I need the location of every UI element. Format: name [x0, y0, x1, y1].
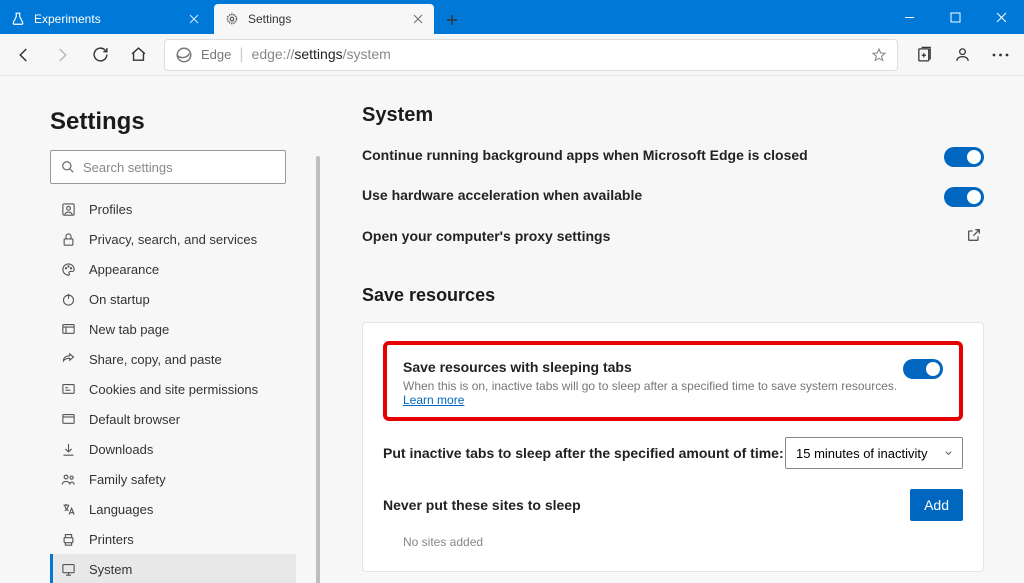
row-label: Use hardware acceleration when available — [362, 187, 642, 203]
chevron-down-icon — [943, 448, 954, 459]
home-button[interactable] — [120, 37, 156, 73]
search-icon — [61, 160, 75, 174]
nav-newtab[interactable]: New tab page — [50, 314, 296, 344]
divider: | — [239, 46, 243, 64]
gear-icon — [224, 11, 240, 27]
edge-icon — [175, 46, 193, 64]
row-background-apps: Continue running background apps when Mi… — [362, 147, 984, 167]
settings-main: System Continue running background apps … — [320, 76, 1024, 583]
browser-toolbar: Edge | edge://settings/system — [0, 34, 1024, 76]
row-label: Continue running background apps when Mi… — [362, 147, 808, 163]
close-icon[interactable] — [186, 11, 202, 27]
nav-appearance[interactable]: Appearance — [50, 254, 296, 284]
row-inactive-timeout: Put inactive tabs to sleep after the spe… — [383, 437, 963, 469]
collections-button[interactable] — [906, 37, 942, 73]
flask-icon — [10, 11, 26, 27]
system-heading: System — [362, 104, 984, 127]
favorite-icon[interactable] — [871, 47, 887, 63]
toggle-sleeping-tabs[interactable] — [903, 359, 943, 379]
nav-printers[interactable]: Printers — [50, 524, 296, 554]
tab-label: Experiments — [34, 12, 186, 26]
nav-default[interactable]: Default browser — [50, 404, 296, 434]
save-resources-card: Save resources with sleeping tabs When t… — [362, 322, 984, 572]
row-sleeping-tabs: Save resources with sleeping tabs When t… — [403, 359, 943, 407]
maximize-button[interactable] — [932, 0, 978, 34]
nav-cookies[interactable]: Cookies and site permissions — [50, 374, 296, 404]
sidebar-region: Settings Profiles Privacy, search, and s… — [0, 76, 320, 583]
profile-button[interactable] — [944, 37, 980, 73]
nav-system[interactable]: System — [50, 554, 296, 583]
settings-nav: Profiles Privacy, search, and services A… — [50, 194, 296, 583]
row-label: Save resources with sleeping tabs — [403, 359, 903, 375]
power-icon — [59, 292, 77, 307]
settings-heading: Settings — [50, 108, 296, 136]
highlight-sleeping-tabs: Save resources with sleeping tabs When t… — [383, 341, 963, 421]
window-controls — [886, 0, 1024, 34]
family-icon — [59, 472, 77, 487]
scrollbar[interactable] — [316, 156, 320, 583]
more-button[interactable] — [982, 37, 1018, 73]
refresh-button[interactable] — [82, 37, 118, 73]
row-label: Never put these sites to sleep — [383, 497, 581, 513]
url-text: edge://settings/system — [252, 46, 391, 64]
learn-more-link[interactable]: Learn more — [403, 393, 464, 407]
row-description: When this is on, inactive tabs will go t… — [403, 379, 903, 407]
row-label: Open your computer's proxy settings — [362, 228, 610, 244]
close-button[interactable] — [978, 0, 1024, 34]
tab-experiments[interactable]: Experiments — [0, 4, 210, 34]
inactive-timeout-select[interactable]: 15 minutes of inactivity — [785, 437, 963, 469]
nav-profiles[interactable]: Profiles — [50, 194, 296, 224]
download-icon — [59, 442, 77, 457]
search-input[interactable] — [83, 160, 275, 175]
share-icon — [59, 352, 77, 367]
save-resources-heading: Save resources — [362, 285, 984, 306]
toggle-hardware-accel[interactable] — [944, 187, 984, 207]
minimize-button[interactable] — [886, 0, 932, 34]
printer-icon — [59, 532, 77, 547]
popout-icon — [966, 227, 984, 245]
forward-button[interactable] — [44, 37, 80, 73]
search-settings-box[interactable] — [50, 150, 286, 184]
close-icon[interactable] — [410, 11, 426, 27]
new-tab-button[interactable] — [438, 6, 466, 34]
permissions-icon — [59, 382, 77, 397]
tab-label: Settings — [248, 12, 410, 26]
row-proxy-settings[interactable]: Open your computer's proxy settings — [362, 227, 984, 245]
lock-icon — [59, 232, 77, 247]
language-icon — [59, 502, 77, 517]
nav-languages[interactable]: Languages — [50, 494, 296, 524]
toggle-background-apps[interactable] — [944, 147, 984, 167]
nav-downloads[interactable]: Downloads — [50, 434, 296, 464]
tab-settings[interactable]: Settings — [214, 4, 434, 34]
nav-privacy[interactable]: Privacy, search, and services — [50, 224, 296, 254]
settings-sidebar: Settings Profiles Privacy, search, and s… — [0, 76, 320, 583]
add-button[interactable]: Add — [910, 489, 963, 521]
palette-icon — [59, 262, 77, 277]
address-bar[interactable]: Edge | edge://settings/system — [164, 39, 898, 71]
back-button[interactable] — [6, 37, 42, 73]
settings-body: Settings Profiles Privacy, search, and s… — [0, 76, 1024, 583]
no-sites-label: No sites added — [383, 521, 963, 553]
title-bar: Experiments Settings — [0, 0, 1024, 34]
row-label: Put inactive tabs to sleep after the spe… — [383, 445, 784, 461]
site-identity-label: Edge — [201, 47, 231, 62]
profile-icon — [59, 202, 77, 217]
nav-family[interactable]: Family safety — [50, 464, 296, 494]
browser-icon — [59, 412, 77, 427]
row-hardware-accel: Use hardware acceleration when available — [362, 187, 984, 207]
system-icon — [59, 562, 77, 577]
nav-startup[interactable]: On startup — [50, 284, 296, 314]
nav-share[interactable]: Share, copy, and paste — [50, 344, 296, 374]
grid-icon — [59, 322, 77, 337]
row-never-sleep: Never put these sites to sleep Add — [383, 489, 963, 521]
